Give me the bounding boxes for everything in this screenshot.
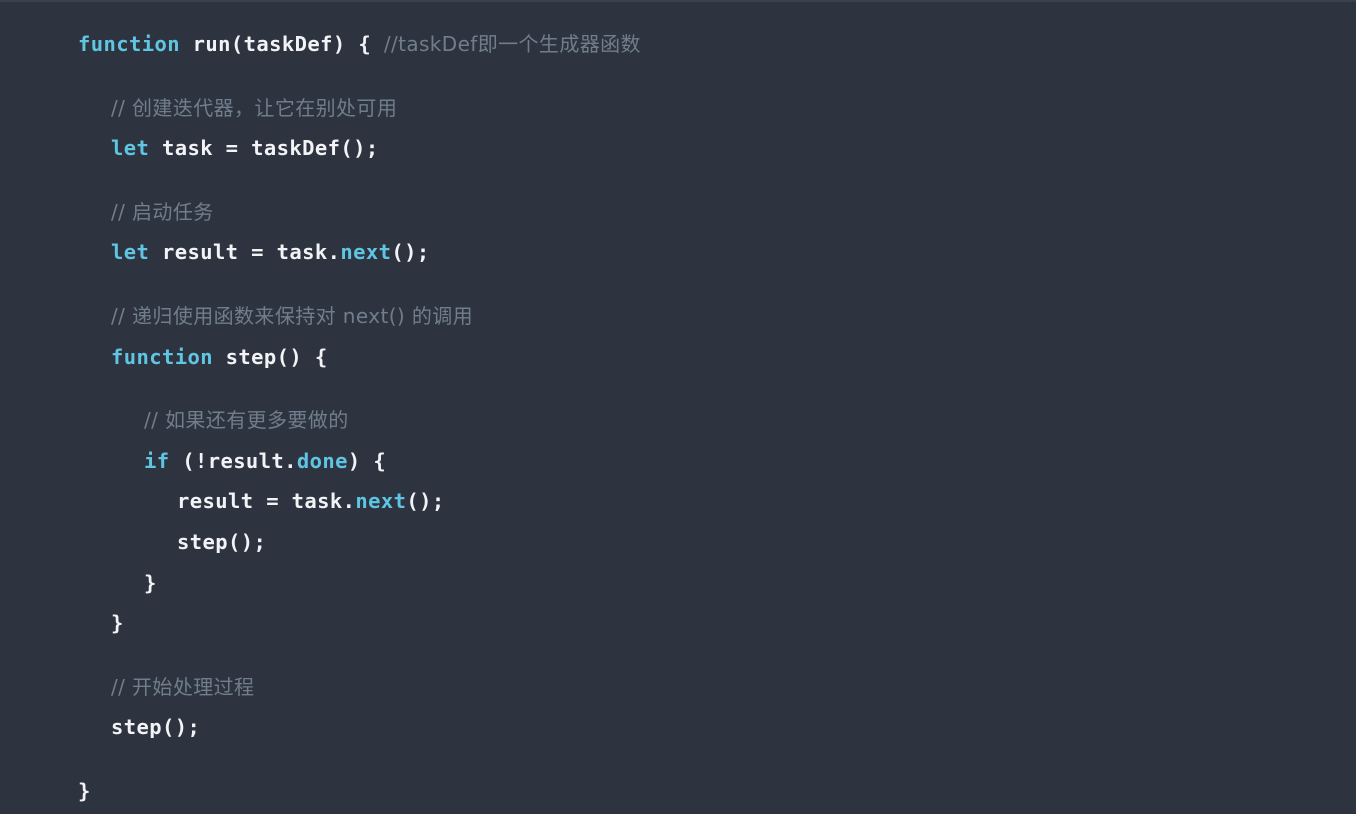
code-token-plain: } [111, 611, 124, 636]
code-token-plain: ) { [347, 448, 387, 473]
code-token-plain: step() { [212, 344, 328, 369]
code-token-kw: let [111, 136, 150, 161]
code-token-kw: function [111, 344, 213, 369]
code-token-kw: function [78, 32, 180, 56]
code-token-com: // 创建迭代器，让它在别处可用 [111, 95, 398, 120]
code-line[interactable]: function run(taskDef) { //taskDef即一个生成器函… [78, 24, 1356, 65]
code-token-plain: run(taskDef) { [179, 32, 384, 56]
code-line[interactable]: step(); [78, 707, 1356, 748]
code-token-com: //taskDef即一个生成器函数 [383, 32, 641, 56]
code-block[interactable]: function run(taskDef) { //taskDef即一个生成器函… [0, 0, 1356, 814]
code-token-kw: let [111, 240, 150, 265]
code-line[interactable]: // 如果还有更多要做的 [78, 400, 1356, 441]
code-line[interactable]: } [78, 771, 1356, 812]
code-line[interactable]: result = task.next(); [78, 481, 1356, 522]
code-token-plain: (); [391, 240, 430, 265]
code-token-plain: step(); [177, 529, 267, 554]
code-token-plain: task = taskDef(); [149, 136, 379, 161]
code-token-plain: (); [406, 489, 445, 514]
code-token-plain: (!result. [169, 448, 297, 473]
code-line[interactable]: } [78, 603, 1356, 644]
code-line[interactable]: // 递归使用函数来保持对 next() 的调用 [78, 296, 1356, 337]
code-line[interactable]: let result = task.next(); [78, 232, 1356, 273]
code-token-plain: } [144, 570, 157, 595]
code-token-plain: result = task. [177, 489, 356, 514]
code-token-prop: next [340, 240, 392, 265]
code-line[interactable]: // 开始处理过程 [78, 667, 1356, 708]
code-line-blank[interactable] [78, 169, 1356, 192]
code-line[interactable]: // 启动任务 [78, 192, 1356, 233]
code-token-com: // 开始处理过程 [111, 674, 255, 699]
code-token-com: // 递归使用函数来保持对 next() 的调用 [111, 303, 474, 328]
code-line-blank[interactable] [78, 644, 1356, 667]
code-token-plain: } [78, 778, 91, 803]
code-line-blank[interactable] [78, 377, 1356, 400]
code-token-com: // 如果还有更多要做的 [144, 408, 349, 433]
code-line[interactable]: let task = taskDef(); [78, 128, 1356, 169]
code-line[interactable]: // 创建迭代器，让它在别处可用 [78, 88, 1356, 129]
code-line[interactable]: if (!result.done) { [78, 441, 1356, 482]
code-line[interactable]: function step() { [78, 337, 1356, 378]
code-lines-container: function run(taskDef) { //taskDef即一个生成器函… [0, 18, 1356, 812]
code-line-blank[interactable] [78, 273, 1356, 296]
code-line[interactable]: } [78, 563, 1356, 604]
code-token-com: // 启动任务 [111, 199, 214, 224]
code-line-blank[interactable] [78, 748, 1356, 771]
code-line-blank[interactable] [78, 65, 1356, 88]
code-line[interactable]: step(); [78, 522, 1356, 563]
code-token-plain: result = task. [149, 240, 341, 265]
code-token-prop: next [355, 489, 407, 514]
code-token-prop: done [296, 448, 348, 473]
code-token-kw: if [144, 448, 170, 473]
code-token-plain: step(); [111, 715, 201, 740]
